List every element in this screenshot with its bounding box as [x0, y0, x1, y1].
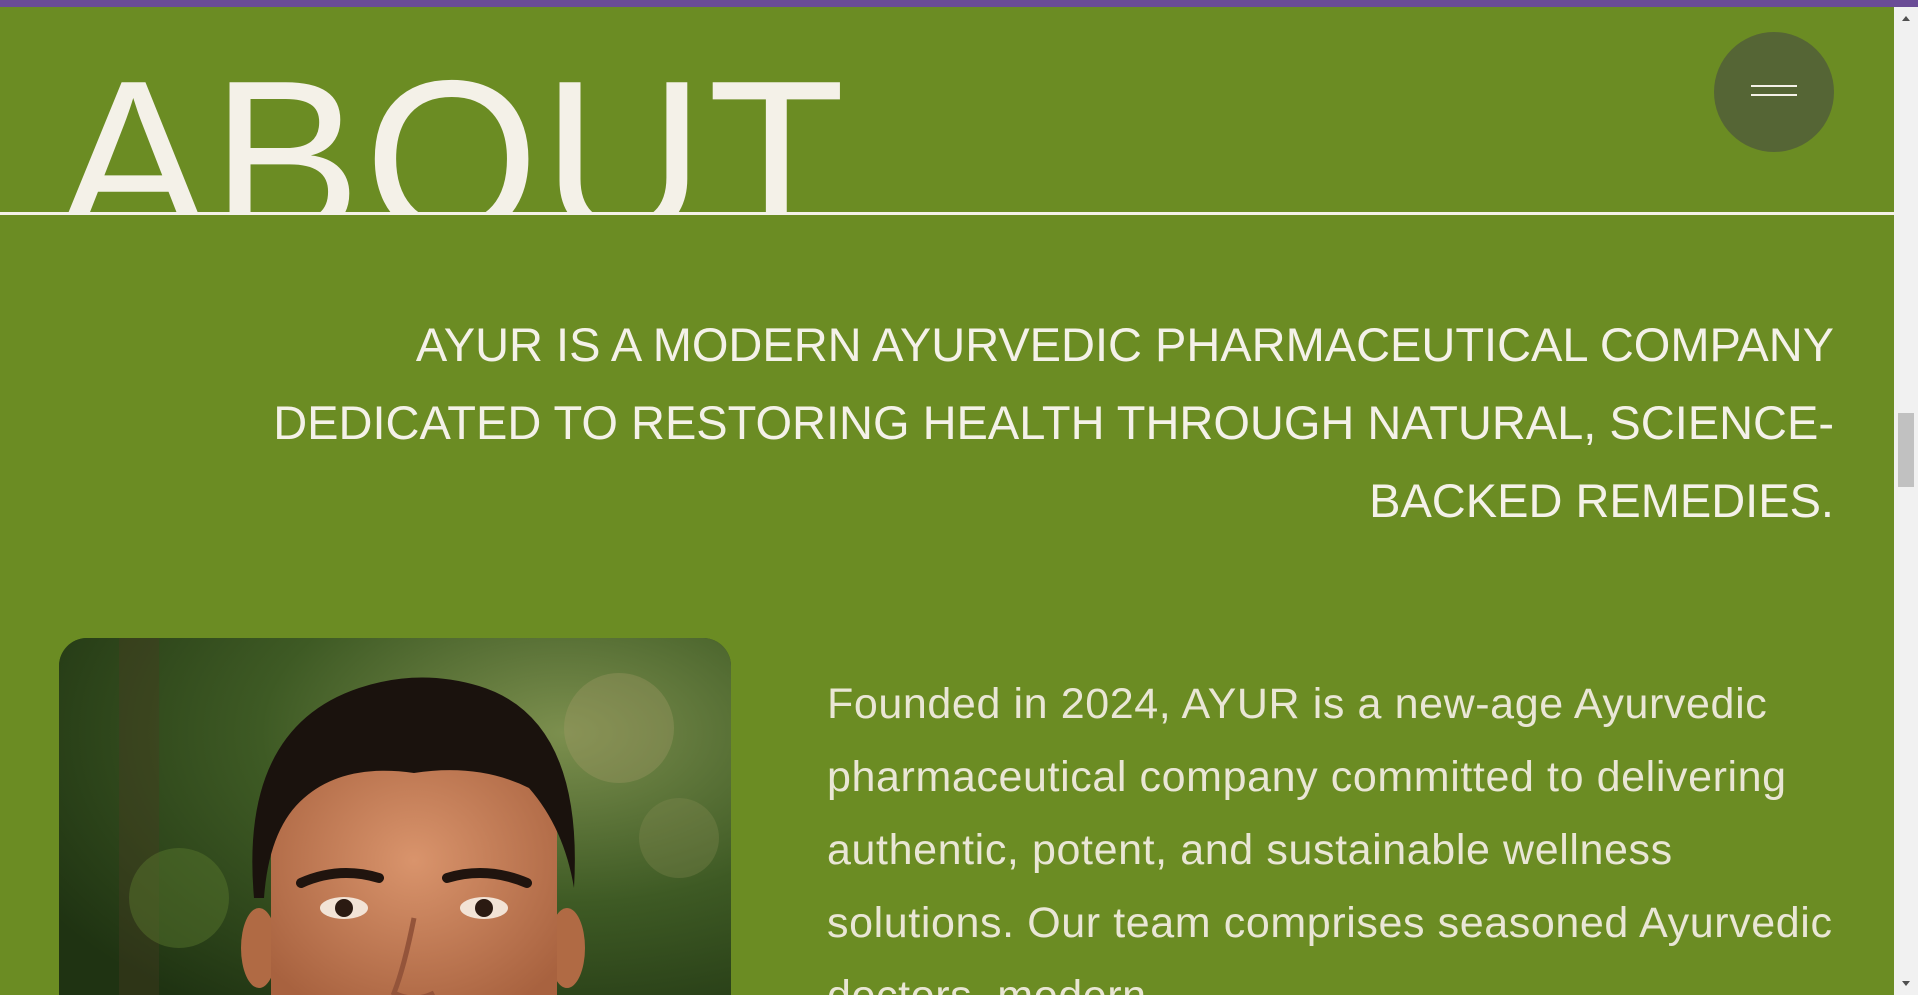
founder-photo [59, 638, 731, 995]
intro-statement: AYUR IS A MODERN AYURVEDIC PHARMACEUTICA… [273, 318, 1834, 527]
scrollbar-thumb[interactable] [1898, 413, 1914, 487]
about-page: ABOUT AYUR IS A MODERN AYURVEDIC PHARMAC… [0, 0, 1918, 995]
page-title: ABOUT [58, 33, 849, 214]
menu-button[interactable] [1714, 32, 1834, 152]
header-divider [0, 212, 1894, 215]
top-accent-strip [0, 0, 1918, 7]
scroll-up-arrow-icon[interactable] [1894, 7, 1918, 31]
hamburger-menu-icon [1751, 85, 1797, 99]
about-description: Founded in 2024, AYUR is a new-age Ayurv… [827, 680, 1833, 995]
page-header: ABOUT [0, 7, 1894, 214]
scroll-down-arrow-icon[interactable] [1894, 971, 1918, 995]
vertical-scrollbar[interactable] [1894, 7, 1918, 995]
